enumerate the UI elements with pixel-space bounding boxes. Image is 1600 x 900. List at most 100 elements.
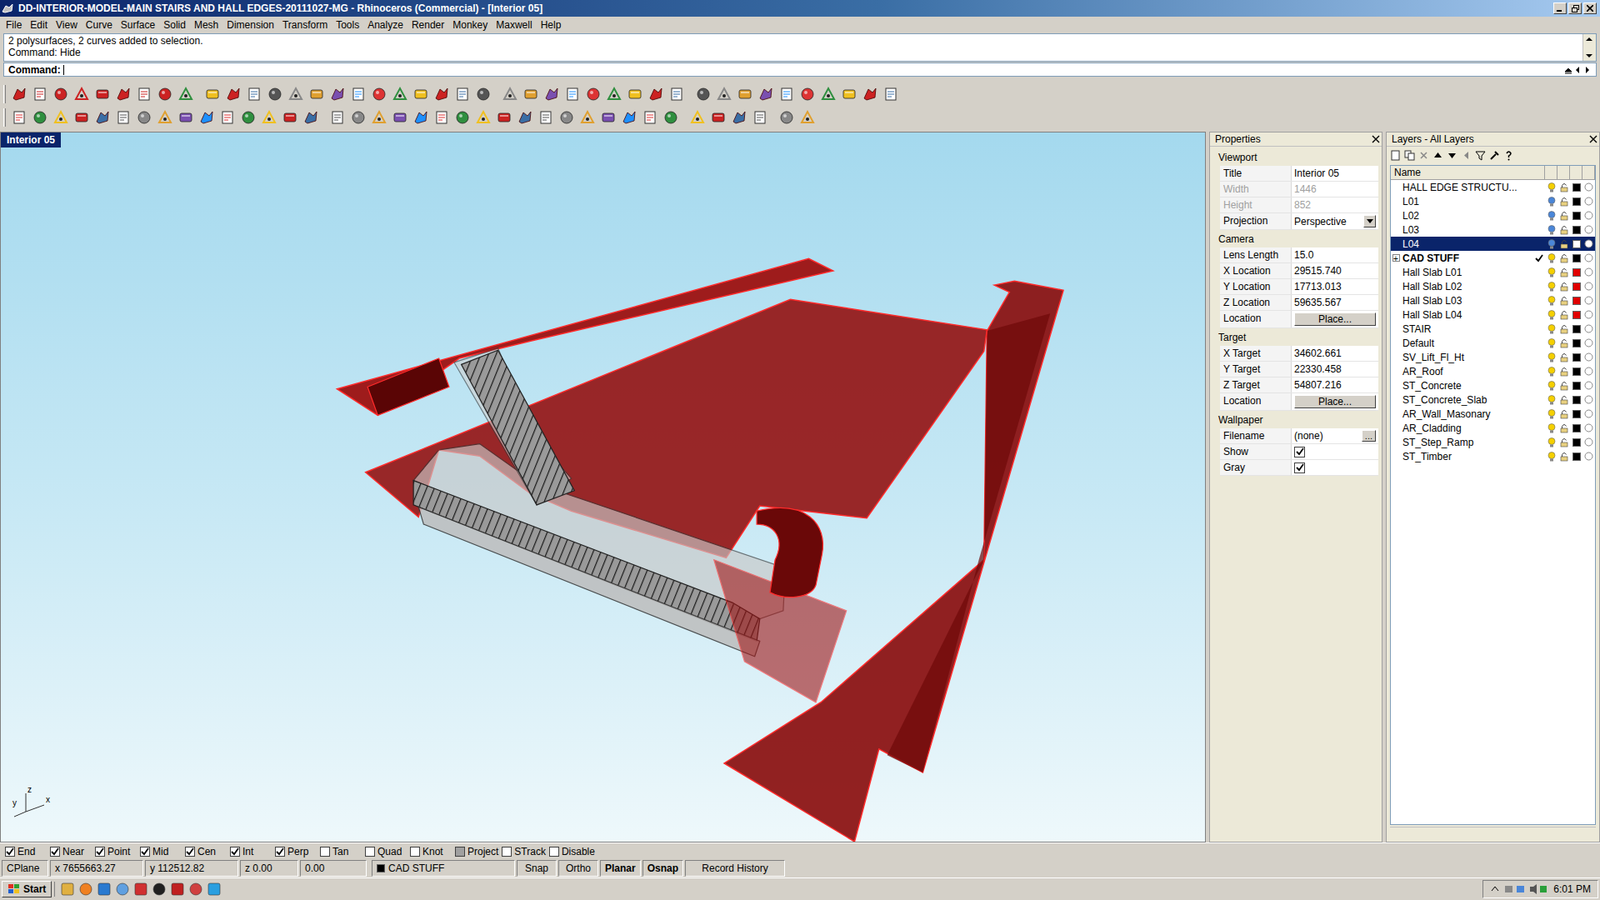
value-text[interactable]: Interior 05: [1294, 167, 1376, 180]
color-cell[interactable]: [1570, 296, 1583, 305]
layer-name[interactable]: ST_Step_Ramp: [1400, 436, 1533, 449]
tool-icon[interactable]: [285, 84, 306, 105]
tool-icon[interactable]: [223, 84, 244, 105]
layer-color-swatch[interactable]: [1572, 183, 1581, 192]
property-value[interactable]: 22330.458: [1291, 361, 1379, 377]
layer-name[interactable]: Hall Slab L01: [1400, 266, 1533, 279]
layer-name[interactable]: L02: [1400, 210, 1533, 222]
layer-row[interactable]: AR_Roof: [1390, 364, 1595, 379]
property-value[interactable]: [1291, 460, 1379, 475]
layer-row[interactable]: L02: [1390, 208, 1595, 223]
layer-name[interactable]: ST_Concrete: [1400, 380, 1533, 392]
tool-icon[interactable]: [797, 84, 818, 105]
column-header-cell[interactable]: [1545, 165, 1558, 180]
tool-icon[interactable]: [280, 107, 300, 128]
layer-color-swatch[interactable]: [1572, 395, 1581, 405]
color-cell[interactable]: [1570, 254, 1583, 263]
layer-name[interactable]: HALL EDGE STRUCTU...: [1400, 181, 1533, 194]
scroll-up-icon[interactable]: [1583, 34, 1596, 45]
color-cell[interactable]: [1570, 282, 1583, 291]
tool-icon[interactable]: [494, 107, 515, 128]
lock-icon[interactable]: [1557, 310, 1570, 320]
property-value[interactable]: 59635.567: [1291, 295, 1379, 310]
property-value[interactable]: (none)...: [1291, 428, 1379, 444]
visibility-bulb-icon[interactable]: [1545, 182, 1558, 193]
lock-icon[interactable]: [1557, 451, 1570, 462]
layer-row[interactable]: AR_Wall_Masonary: [1390, 406, 1595, 421]
visibility-bulb-icon[interactable]: [1545, 338, 1558, 349]
tool-icon[interactable]: [30, 107, 50, 128]
move-down-icon[interactable]: [1446, 150, 1458, 161]
color-cell[interactable]: [1570, 410, 1583, 419]
tool-icon[interactable]: [306, 84, 327, 105]
tool-icon[interactable]: [660, 107, 681, 128]
layer-color-swatch[interactable]: [1572, 325, 1581, 334]
app-icon[interactable]: [188, 881, 204, 897]
layer-row[interactable]: Hall Slab L04: [1390, 307, 1595, 322]
viewport-title[interactable]: Interior 05: [0, 132, 61, 148]
new-sublayer-icon[interactable]: [1404, 150, 1415, 161]
layer-row[interactable]: STAIR: [1390, 321, 1595, 336]
move-up-icon[interactable]: [1432, 150, 1444, 161]
status-toggle[interactable]: Ortho: [558, 860, 599, 877]
tool-icon[interactable]: [535, 107, 556, 128]
value-text[interactable]: 17713.013: [1294, 280, 1376, 293]
tool-icon[interactable]: [390, 84, 410, 105]
lock-icon[interactable]: [1557, 352, 1570, 363]
visibility-bulb-icon[interactable]: [1545, 366, 1558, 377]
visibility-bulb-icon[interactable]: [1545, 267, 1558, 278]
osnap-checkbox[interactable]: [501, 846, 512, 857]
expand-toggle[interactable]: +: [1392, 254, 1400, 262]
layer-name[interactable]: ST_Concrete_Slab: [1400, 394, 1533, 406]
menu-item[interactable]: Monkey: [449, 18, 493, 32]
visibility-bulb-icon[interactable]: [1545, 380, 1558, 391]
property-value[interactable]: [1291, 444, 1379, 460]
tool-icon[interactable]: [640, 107, 660, 128]
layer-row[interactable]: AR_Cladding: [1390, 420, 1595, 435]
lock-icon[interactable]: [1557, 239, 1570, 250]
browse-button[interactable]: ...: [1361, 430, 1376, 442]
lock-icon[interactable]: [1557, 437, 1570, 448]
menu-item[interactable]: Render: [408, 18, 450, 32]
tool-icon[interactable]: [645, 84, 666, 105]
property-value[interactable]: Perspective: [1291, 213, 1379, 230]
osnap-checkbox[interactable]: [320, 846, 330, 857]
layer-row[interactable]: ST_Step_Ramp: [1390, 435, 1595, 450]
lock-icon[interactable]: [1557, 281, 1570, 292]
tool-icon[interactable]: [369, 107, 390, 128]
layer-name[interactable]: L03: [1400, 224, 1533, 236]
close-icon[interactable]: [1583, 2, 1597, 15]
layer-color-swatch[interactable]: [1572, 268, 1581, 277]
osnap-option[interactable]: Disable: [549, 845, 599, 858]
lock-icon[interactable]: [1557, 409, 1570, 420]
status-toggle[interactable]: Planar: [600, 860, 641, 877]
menu-item[interactable]: Curve: [82, 18, 118, 32]
tool-icon[interactable]: [9, 107, 30, 128]
color-cell[interactable]: [1570, 310, 1583, 320]
app-icon[interactable]: [206, 881, 222, 897]
value-text[interactable]: 34602.661: [1294, 347, 1376, 360]
layer-row[interactable]: Hall Slab L02: [1390, 279, 1595, 294]
menu-item[interactable]: Analyze: [364, 18, 409, 32]
property-value[interactable]: 17713.013: [1291, 279, 1379, 295]
osnap-checkbox[interactable]: [50, 846, 60, 857]
tool-icon[interactable]: [155, 84, 175, 105]
model-view[interactable]: [0, 132, 1205, 842]
material-icon[interactable]: [1582, 324, 1595, 334]
material-icon[interactable]: [1582, 210, 1595, 220]
material-icon[interactable]: [1582, 366, 1595, 376]
osnap-checkbox[interactable]: [5, 846, 15, 857]
app-icon[interactable]: [115, 881, 130, 897]
tool-icon[interactable]: [693, 84, 714, 105]
dropdown-value[interactable]: Perspective: [1294, 215, 1364, 228]
color-cell[interactable]: [1570, 197, 1583, 206]
osnap-option[interactable]: Perp: [275, 845, 320, 858]
layer-row[interactable]: +CAD STUFF: [1390, 250, 1595, 265]
color-cell[interactable]: [1570, 367, 1583, 376]
osnap-option[interactable]: Knot: [410, 845, 455, 858]
tool-icon[interactable]: [348, 84, 369, 105]
tool-icon[interactable]: [755, 84, 776, 105]
osnap-option[interactable]: Project: [455, 845, 502, 858]
color-cell[interactable]: [1570, 268, 1583, 277]
status-toggle[interactable]: Snap: [516, 860, 557, 877]
